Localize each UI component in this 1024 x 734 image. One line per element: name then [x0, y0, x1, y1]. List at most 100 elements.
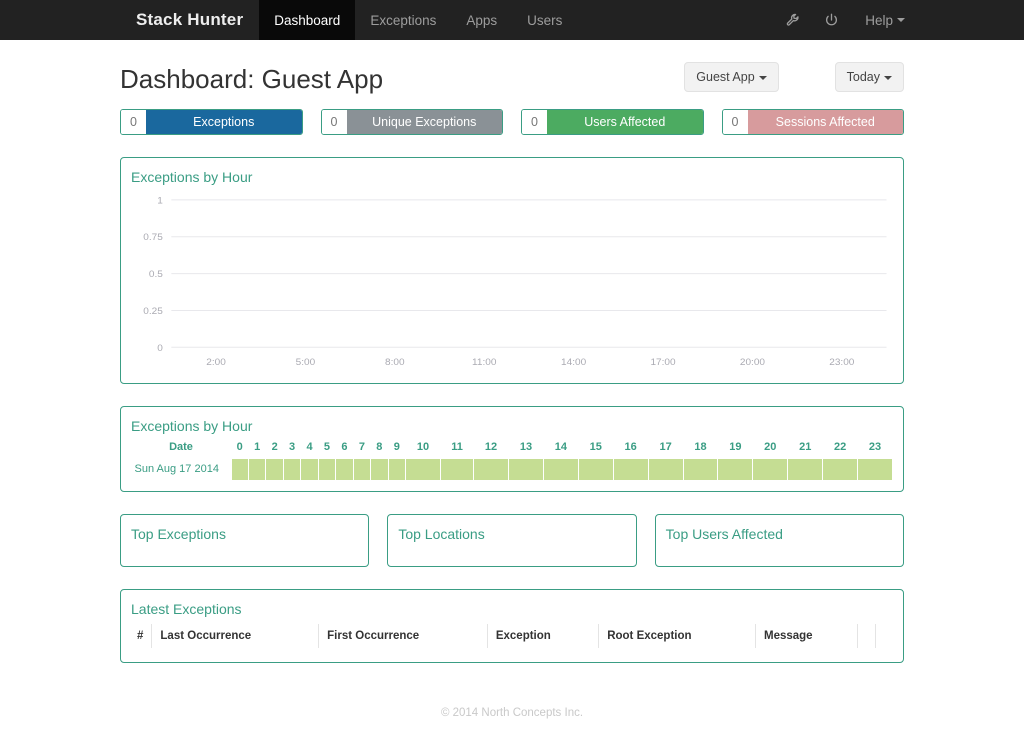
x-axis-tick-label: 23:00 — [829, 358, 855, 369]
app-selector-label: Guest App — [696, 70, 754, 84]
latest-exceptions-head: #Last OccurrenceFirst OccurrenceExceptio… — [131, 624, 893, 648]
latest-exceptions-column-header[interactable]: Message — [755, 624, 857, 648]
heatmap-cell[interactable] — [248, 458, 265, 480]
stat-exceptions[interactable]: 0 Exceptions — [120, 109, 303, 135]
stat-users-affected[interactable]: 0 Users Affected — [521, 109, 704, 135]
heatmap-cell[interactable] — [353, 458, 370, 480]
latest-exceptions-column-header[interactable]: Exception — [487, 624, 598, 648]
top-locations-panel: Top Locations — [387, 514, 636, 567]
wrench-icon[interactable] — [774, 0, 812, 40]
stat-sessions-affected[interactable]: 0 Sessions Affected — [722, 109, 905, 135]
panel-title: Top Users Affected — [656, 515, 903, 545]
y-axis-tick-label: 0 — [157, 343, 163, 354]
main-navbar: Stack Hunter Dashboard Exceptions Apps U… — [0, 0, 1024, 40]
footer: © 2014 North Concepts Inc. — [120, 663, 904, 719]
x-axis-tick-label: 2:00 — [206, 358, 226, 369]
stat-count: 0 — [322, 110, 347, 134]
x-axis-tick-label: 14:00 — [561, 358, 587, 369]
heatmap-cell[interactable] — [371, 458, 388, 480]
latest-exceptions-column-header[interactable]: Last Occurrence — [152, 624, 319, 648]
latest-exceptions-column-header[interactable] — [875, 624, 893, 648]
heatmap-hour-header: 12 — [474, 438, 509, 459]
nav-item-dashboard[interactable]: Dashboard — [259, 0, 355, 40]
x-axis-tick-label: 8:00 — [385, 358, 405, 369]
panel-title: Top Exceptions — [121, 515, 368, 545]
heatmap-cell[interactable] — [578, 458, 613, 480]
heatmap-hour-header: 8 — [371, 438, 388, 459]
heatmap-cell[interactable] — [683, 458, 718, 480]
heatmap-cell[interactable] — [509, 458, 544, 480]
heatmap-cell[interactable] — [266, 458, 283, 480]
heatmap-cell[interactable] — [718, 458, 753, 480]
heatmap-hour-header: 13 — [509, 438, 544, 459]
line-chart-svg: 10.750.50.250 2:005:008:0011:0014:0017:0… — [129, 192, 895, 375]
top-panels-row: Top Exceptions Top Locations Top Users A… — [120, 514, 904, 567]
heatmap-cell[interactable] — [283, 458, 300, 480]
heatmap-hour-header: 0 — [231, 438, 248, 459]
heatmap-cell[interactable] — [823, 458, 858, 480]
heatmap-cell[interactable] — [318, 458, 335, 480]
nav-item-users[interactable]: Users — [512, 0, 577, 40]
navbar-left-group: Stack Hunter Dashboard Exceptions Apps U… — [120, 0, 577, 40]
nav-item-exceptions[interactable]: Exceptions — [355, 0, 451, 40]
latest-exceptions-column-header[interactable] — [857, 624, 875, 648]
header-actions: Guest App Today — [684, 58, 904, 92]
chevron-down-icon — [759, 76, 767, 80]
exceptions-by-hour-chart-panel: Exceptions by Hour 10.750.50.250 2:005:0… — [120, 157, 904, 384]
latest-exceptions-panel: Latest Exceptions #Last OccurrenceFirst … — [120, 589, 904, 663]
x-axis-tick-label: 5:00 — [296, 358, 316, 369]
heatmap-cell[interactable] — [440, 458, 473, 480]
stat-count: 0 — [723, 110, 748, 134]
x-axis-tick-label: 11:00 — [472, 358, 497, 369]
heatmap-hour-header: 11 — [440, 438, 473, 459]
chart-x-axis: 2:00 5:00 8:00 11:00 14:00 17:00 20:00 23:00 — [206, 358, 855, 369]
heatmap-cell[interactable] — [301, 458, 318, 480]
help-label: Help — [865, 13, 893, 28]
heatmap-cell[interactable] — [474, 458, 509, 480]
date-range-dropdown[interactable]: Today — [835, 62, 904, 92]
x-axis-tick-label: 17:00 — [650, 358, 676, 369]
heatmap-cell[interactable] — [543, 458, 578, 480]
page-container: Dashboard: Guest App Guest App Today 0 E… — [0, 40, 1024, 719]
line-chart[interactable]: 10.750.50.250 2:005:008:0011:0014:0017:0… — [121, 188, 903, 383]
stat-label: Sessions Affected — [748, 110, 904, 134]
heatmap-cell[interactable] — [406, 458, 441, 480]
brand-link[interactable]: Stack Hunter — [120, 0, 259, 40]
panel-title: Top Locations — [388, 515, 635, 545]
heatmap-hour-header: 21 — [788, 438, 823, 459]
y-axis-tick-label: 0.25 — [143, 307, 163, 318]
latest-exceptions-column-header[interactable]: # — [131, 624, 152, 648]
heatmap-hour-header: 19 — [718, 438, 753, 459]
chart-y-axis: 10.750.50.250 — [143, 196, 163, 354]
power-icon[interactable] — [812, 0, 850, 40]
heatmap-hour-header: 10 — [406, 438, 441, 459]
top-users-affected-panel: Top Users Affected — [655, 514, 904, 567]
heatmap-cell[interactable] — [753, 458, 788, 480]
heatmap-cell[interactable] — [613, 458, 648, 480]
nav-item-apps[interactable]: Apps — [451, 0, 512, 40]
heatmap-cell[interactable] — [231, 458, 248, 480]
heatmap-row: Sun Aug 17 2014 — [131, 458, 893, 480]
app-selector-dropdown[interactable]: Guest App — [684, 62, 778, 92]
heatmap-table: Date 01234567891011121314151617181920212… — [131, 438, 893, 481]
nav-item-help[interactable]: Help — [850, 0, 920, 40]
latest-exceptions-column-header[interactable]: Root Exception — [599, 624, 756, 648]
date-range-label: Today — [847, 70, 880, 84]
heatmap-hour-header: 17 — [648, 438, 683, 459]
heatmap-cell[interactable] — [336, 458, 353, 480]
heatmap-cell[interactable] — [388, 458, 405, 480]
heatmap-hour-header: 22 — [823, 438, 858, 459]
y-axis-tick-label: 0.75 — [143, 233, 163, 244]
navbar-right-group: Help — [774, 0, 920, 40]
top-exceptions-panel: Top Exceptions — [120, 514, 369, 567]
stat-unique-exceptions[interactable]: 0 Unique Exceptions — [321, 109, 504, 135]
heatmap-cell[interactable] — [648, 458, 683, 480]
heatmap-cell[interactable] — [788, 458, 823, 480]
heatmap-hour-header: 9 — [388, 438, 405, 459]
x-axis-tick-label: 20:00 — [740, 358, 766, 369]
stat-label: Unique Exceptions — [347, 110, 503, 134]
heatmap-cell[interactable] — [858, 458, 893, 480]
y-axis-tick-label: 0.5 — [149, 270, 163, 281]
latest-exceptions-table: #Last OccurrenceFirst OccurrenceExceptio… — [131, 624, 893, 648]
latest-exceptions-column-header[interactable]: First Occurrence — [319, 624, 488, 648]
